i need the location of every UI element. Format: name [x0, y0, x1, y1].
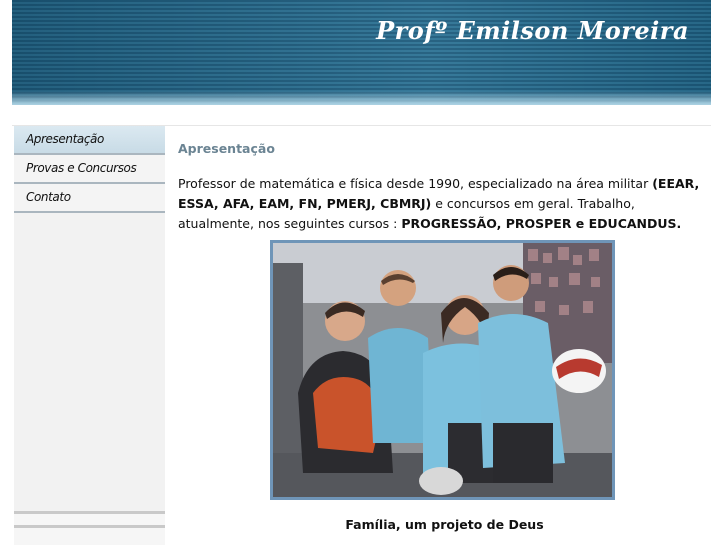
family-photo [270, 240, 615, 500]
banner-glow [12, 91, 711, 105]
nav-item-provas-e-concursos[interactable]: Provas e Concursos [14, 155, 165, 184]
nav-item-apresentacao[interactable]: Apresentação [14, 126, 165, 155]
nav-item-contato[interactable]: Contato [14, 184, 165, 213]
page-title: Apresentação [178, 141, 275, 156]
intro-courses: PROGRESSÃO, PROSPER e EDUCANDUS. [401, 216, 682, 231]
photo-caption: Família, um projeto de Deus [345, 517, 544, 532]
sidebar-footer [14, 511, 165, 545]
family-photo-image [273, 243, 612, 497]
main-content: Apresentação Professor de matemática e f… [178, 138, 708, 234]
sidebar-divider [14, 525, 165, 528]
intro-paragraph: Professor de matemática e física desde 1… [178, 174, 703, 234]
header-strip [12, 105, 711, 126]
sidebar: Apresentação Provas e Concursos Contato [14, 126, 165, 545]
sidebar-divider [14, 511, 165, 514]
header-banner: Profº Emilson Moreira [12, 0, 711, 105]
site-title: Profº Emilson Moreira [376, 16, 689, 45]
intro-text: Professor de matemática e física desde 1… [178, 176, 653, 191]
